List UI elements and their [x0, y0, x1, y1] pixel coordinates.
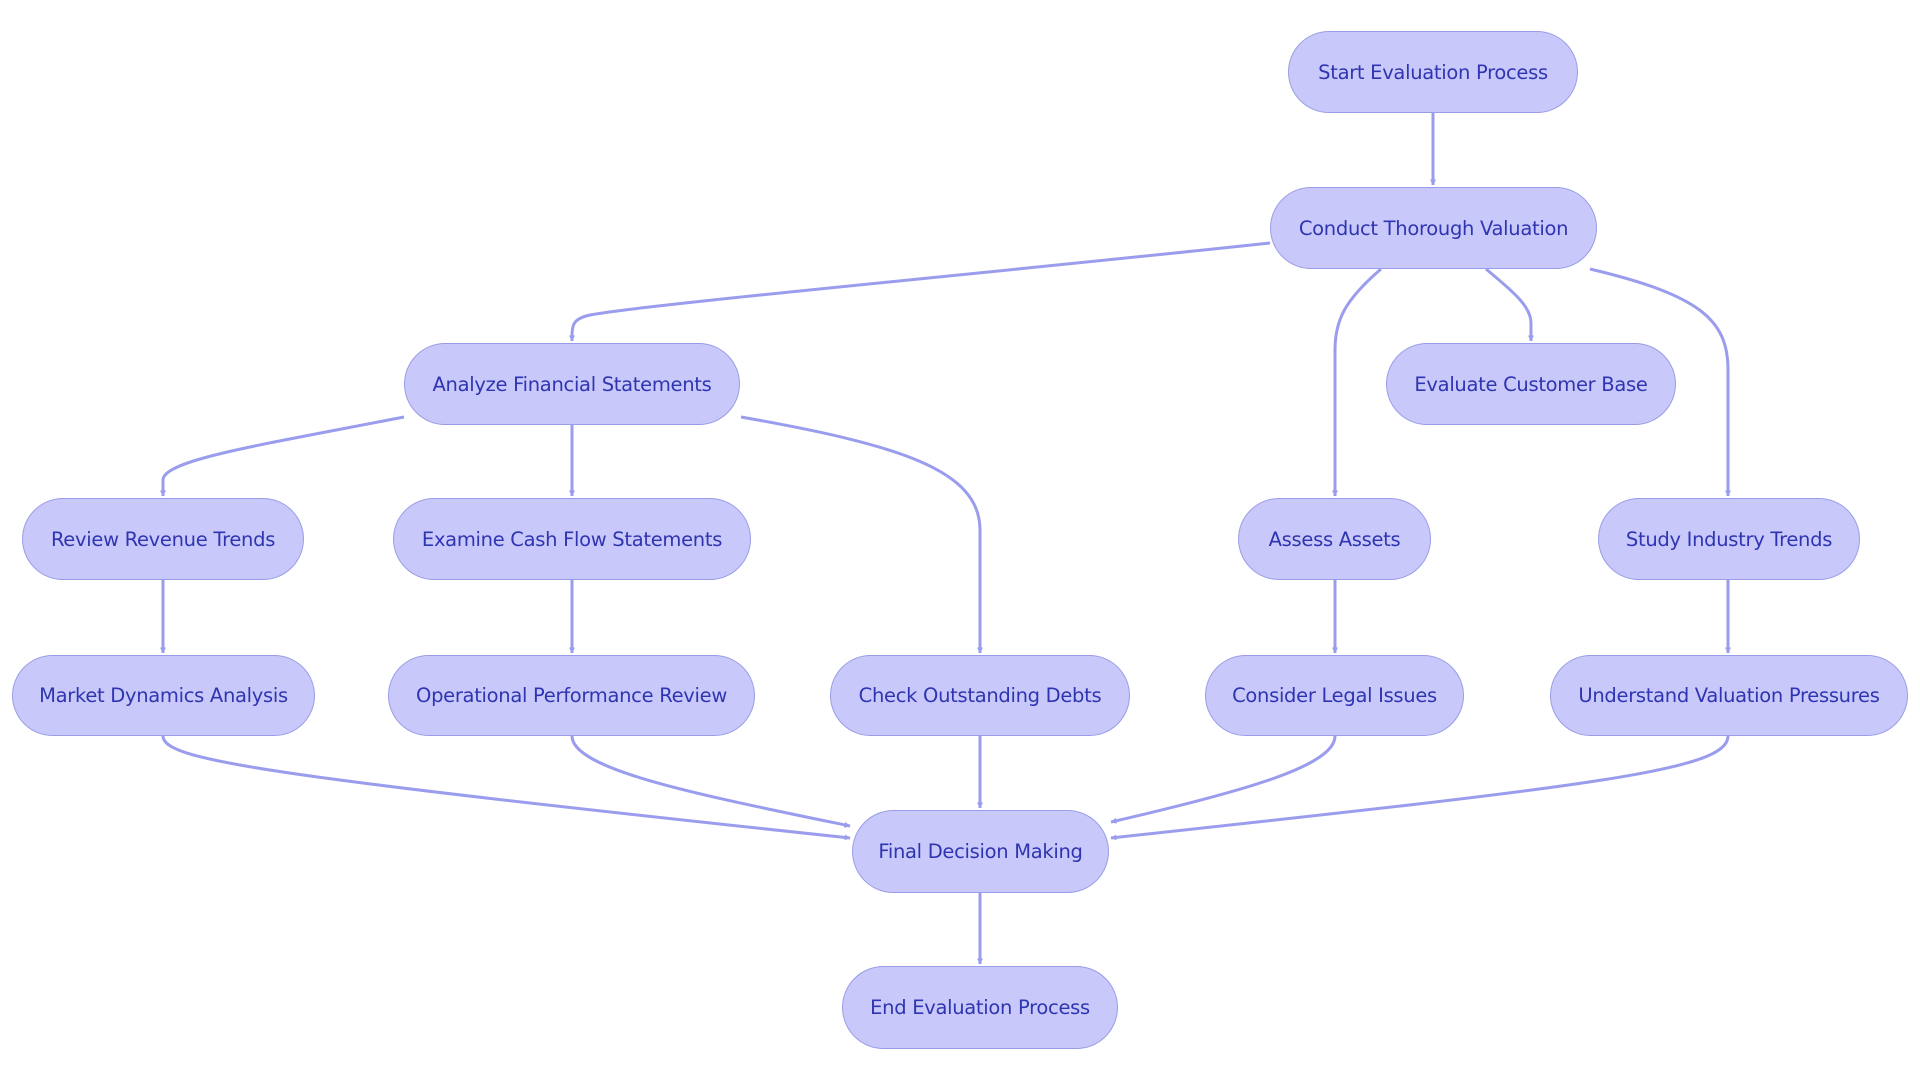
node-label: Evaluate Customer Base — [1414, 372, 1648, 396]
edge-conduct-customer — [1485, 267, 1534, 342]
node-industry[interactable]: Study Industry Trends — [1598, 498, 1860, 580]
node-customer[interactable]: Evaluate Customer Base — [1386, 343, 1676, 425]
node-label: Conduct Thorough Valuation — [1298, 216, 1569, 240]
node-label: Study Industry Trends — [1625, 527, 1833, 551]
node-revenue[interactable]: Review Revenue Trends — [22, 498, 304, 580]
node-legal[interactable]: Consider Legal Issues — [1205, 655, 1464, 736]
edge-conduct-assets — [1332, 267, 1382, 497]
node-label: Operational Performance Review — [416, 684, 727, 707]
node-label: Consider Legal Issues — [1232, 684, 1437, 707]
node-label: Examine Cash Flow Statements — [421, 527, 723, 551]
node-pressures[interactable]: Understand Valuation Pressures — [1550, 655, 1908, 736]
node-start[interactable]: Start Evaluation Process — [1288, 31, 1578, 113]
edge-pressures-final — [1110, 735, 1730, 841]
edge-legal-final — [1110, 735, 1337, 824]
node-label: Check Outstanding Debts — [858, 684, 1102, 707]
node-label: Analyze Financial Statements — [432, 372, 712, 396]
node-assets[interactable]: Assess Assets — [1238, 498, 1431, 580]
edge-conduct-analyze — [569, 241, 1271, 342]
node-label: Final Decision Making — [878, 840, 1083, 863]
node-market[interactable]: Market Dynamics Analysis — [12, 655, 315, 736]
node-analyze[interactable]: Analyze Financial Statements — [404, 343, 740, 425]
node-operational[interactable]: Operational Performance Review — [388, 655, 755, 736]
node-debts[interactable]: Check Outstanding Debts — [830, 655, 1130, 736]
node-label: Review Revenue Trends — [50, 527, 276, 551]
edge-analyze-revenue — [160, 415, 405, 497]
node-conduct[interactable]: Conduct Thorough Valuation — [1270, 187, 1597, 269]
node-label: End Evaluation Process — [870, 996, 1090, 1019]
node-label: Understand Valuation Pressures — [1578, 684, 1880, 707]
node-cashflow[interactable]: Examine Cash Flow Statements — [393, 498, 751, 580]
node-end[interactable]: End Evaluation Process — [842, 966, 1118, 1049]
edge-market-final — [161, 735, 851, 841]
node-label: Assess Assets — [1268, 527, 1401, 551]
node-label: Market Dynamics Analysis — [39, 684, 288, 707]
node-label: Start Evaluation Process — [1318, 60, 1548, 84]
edge-analyze-debts — [740, 415, 983, 654]
node-final[interactable]: Final Decision Making — [852, 810, 1109, 893]
